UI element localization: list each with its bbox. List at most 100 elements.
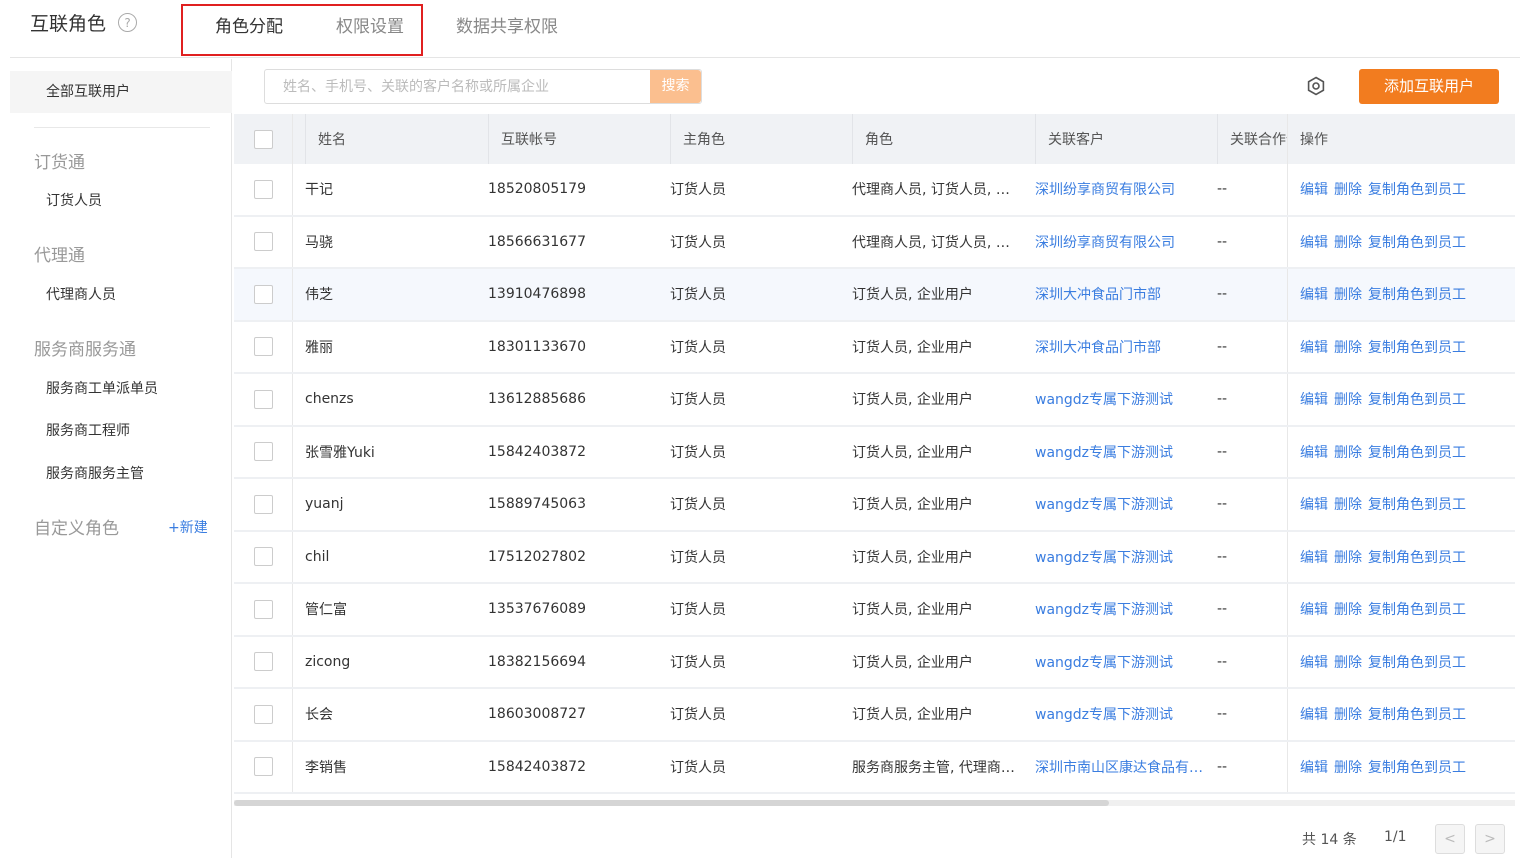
user-account: 15889745063: [488, 496, 586, 513]
row-checkbox[interactable]: [253, 179, 273, 199]
row-checkbox[interactable]: [253, 284, 273, 304]
customer-link[interactable]: wangdz专属下游测试: [1035, 494, 1173, 514]
next-page-button[interactable]: >: [1475, 824, 1505, 854]
row-checkbox[interactable]: [253, 599, 273, 619]
edit-link[interactable]: 编辑: [1300, 494, 1328, 514]
column-header-label: 关联合作伙伴: [1230, 132, 1287, 148]
row-checkbox[interactable]: [253, 704, 273, 724]
actions-cell: 编辑 删除 复制角色到员工: [1287, 479, 1515, 530]
tab-data-sharing[interactable]: 数据共享权限: [456, 12, 558, 37]
row-checkbox-cell: [234, 584, 293, 635]
delete-link[interactable]: 删除: [1334, 547, 1362, 567]
delete-link[interactable]: 删除: [1334, 757, 1362, 777]
sidebar-item-supervisor[interactable]: 服务商服务主管: [46, 463, 144, 483]
copy-role-link[interactable]: 复制角色到员工: [1368, 599, 1466, 619]
copy-role-link[interactable]: 复制角色到员工: [1368, 337, 1466, 357]
search-input[interactable]: [265, 70, 651, 103]
delete-link[interactable]: 删除: [1334, 652, 1362, 672]
user-main-role: 订货人员: [670, 654, 726, 671]
customer-link[interactable]: wangdz专属下游测试: [1035, 599, 1173, 619]
row-checkbox-cell: [234, 426, 293, 477]
copy-role-link[interactable]: 复制角色到员工: [1368, 704, 1466, 724]
add-interconnect-user-button[interactable]: 添加互联用户: [1359, 69, 1499, 104]
user-main-role: 订货人员: [670, 234, 726, 251]
delete-link[interactable]: 删除: [1334, 494, 1362, 514]
sidebar-item-order-staff[interactable]: 订货人员: [46, 190, 102, 210]
customer-link[interactable]: 深圳市南山区康达食品有限公司: [1035, 757, 1205, 777]
edit-link[interactable]: 编辑: [1300, 179, 1328, 199]
copy-role-link[interactable]: 复制角色到员工: [1368, 179, 1466, 199]
edit-link[interactable]: 编辑: [1300, 704, 1328, 724]
customer-link[interactable]: 深圳纷享商贸有限公司: [1035, 179, 1175, 199]
row-checkbox[interactable]: [253, 757, 273, 777]
table-row: 李销售 15842403872 订货人员 服务商服务主管, 代理商人员, 订货人员 深圳…: [234, 741, 1515, 794]
partner-cell: --: [1217, 217, 1287, 268]
sidebar-item-engineer[interactable]: 服务商工程师: [46, 420, 130, 440]
row-checkbox[interactable]: [253, 547, 273, 567]
user-account: 18520805179: [488, 181, 586, 198]
edit-link[interactable]: 编辑: [1300, 547, 1328, 567]
edit-link[interactable]: 编辑: [1300, 389, 1328, 409]
copy-role-link[interactable]: 复制角色到员工: [1368, 389, 1466, 409]
help-icon[interactable]: ?: [118, 13, 138, 32]
customer-link[interactable]: wangdz专属下游测试: [1035, 389, 1173, 409]
user-roles: 服务商服务主管, 代理商人员, 订货人员: [852, 759, 1015, 776]
main-role-cell: 订货人员: [670, 689, 840, 740]
settings-icon[interactable]: [1305, 75, 1327, 97]
search-button[interactable]: 搜索: [650, 70, 701, 103]
row-checkbox[interactable]: [253, 337, 273, 357]
copy-role-link[interactable]: 复制角色到员工: [1368, 547, 1466, 567]
customer-link[interactable]: wangdz专属下游测试: [1035, 704, 1173, 724]
edit-link[interactable]: 编辑: [1300, 337, 1328, 357]
delete-link[interactable]: 删除: [1334, 232, 1362, 252]
delete-link[interactable]: 删除: [1334, 389, 1362, 409]
row-checkbox[interactable]: [253, 442, 273, 462]
delete-link[interactable]: 删除: [1334, 704, 1362, 724]
delete-link[interactable]: 删除: [1334, 442, 1362, 462]
edit-link[interactable]: 编辑: [1300, 284, 1328, 304]
customer-link[interactable]: 深圳纷享商贸有限公司: [1035, 232, 1175, 252]
customer-link[interactable]: wangdz专属下游测试: [1035, 547, 1173, 567]
prev-page-button[interactable]: <: [1435, 824, 1465, 854]
copy-role-link[interactable]: 复制角色到员工: [1368, 284, 1466, 304]
edit-link[interactable]: 编辑: [1300, 652, 1328, 672]
edit-link[interactable]: 编辑: [1300, 599, 1328, 619]
row-checkbox[interactable]: [253, 389, 273, 409]
user-roles: 订货人员, 企业用户: [852, 707, 973, 724]
horizontal-scrollbar[interactable]: [234, 800, 1515, 806]
customer-link[interactable]: wangdz专属下游测试: [1035, 442, 1173, 462]
new-role-link[interactable]: +新建: [168, 517, 208, 537]
main-role-cell: 订货人员: [670, 164, 840, 215]
edit-link[interactable]: 编辑: [1300, 757, 1328, 777]
edit-link[interactable]: 编辑: [1300, 442, 1328, 462]
sidebar-item-dispatcher[interactable]: 服务商工单派单员: [46, 378, 158, 398]
column-header-label: 姓名: [318, 132, 346, 148]
copy-role-link[interactable]: 复制角色到员工: [1368, 494, 1466, 514]
total-count: 共 14 条: [1302, 832, 1357, 848]
customer-link[interactable]: 深圳大冲食品门市部: [1035, 284, 1161, 304]
select-all-checkbox[interactable]: [253, 129, 273, 149]
user-name: 雅丽: [305, 339, 333, 356]
copy-role-link[interactable]: 复制角色到员工: [1368, 652, 1466, 672]
delete-link[interactable]: 删除: [1334, 599, 1362, 619]
sidebar-item-all-users[interactable]: 全部互联用户: [10, 71, 232, 113]
row-checkbox[interactable]: [253, 494, 273, 514]
customer-link[interactable]: 深圳大冲食品门市部: [1035, 337, 1161, 357]
scrollbar-thumb[interactable]: [234, 800, 1109, 806]
delete-link[interactable]: 删除: [1334, 179, 1362, 199]
copy-role-link[interactable]: 复制角色到员工: [1368, 442, 1466, 462]
roles-cell: 订货人员, 企业用户: [852, 532, 1015, 583]
edit-link[interactable]: 编辑: [1300, 232, 1328, 252]
customer-link[interactable]: wangdz专属下游测试: [1035, 652, 1173, 672]
row-checkbox[interactable]: [253, 652, 273, 672]
row-checkbox[interactable]: [253, 232, 273, 252]
column-header: 主角色: [670, 114, 840, 164]
page-indicator[interactable]: 1/1: [1384, 829, 1407, 845]
account-cell: 13612885686: [488, 374, 658, 425]
table-body: 干记18520805179订货人员代理商人员, 订货人员, 企业用户深圳纷享商贸…: [234, 164, 1515, 794]
delete-link[interactable]: 删除: [1334, 337, 1362, 357]
sidebar-item-agent-staff[interactable]: 代理商人员: [46, 284, 116, 304]
copy-role-link[interactable]: 复制角色到员工: [1368, 232, 1466, 252]
delete-link[interactable]: 删除: [1334, 284, 1362, 304]
copy-role-link[interactable]: 复制角色到员工: [1368, 757, 1466, 777]
